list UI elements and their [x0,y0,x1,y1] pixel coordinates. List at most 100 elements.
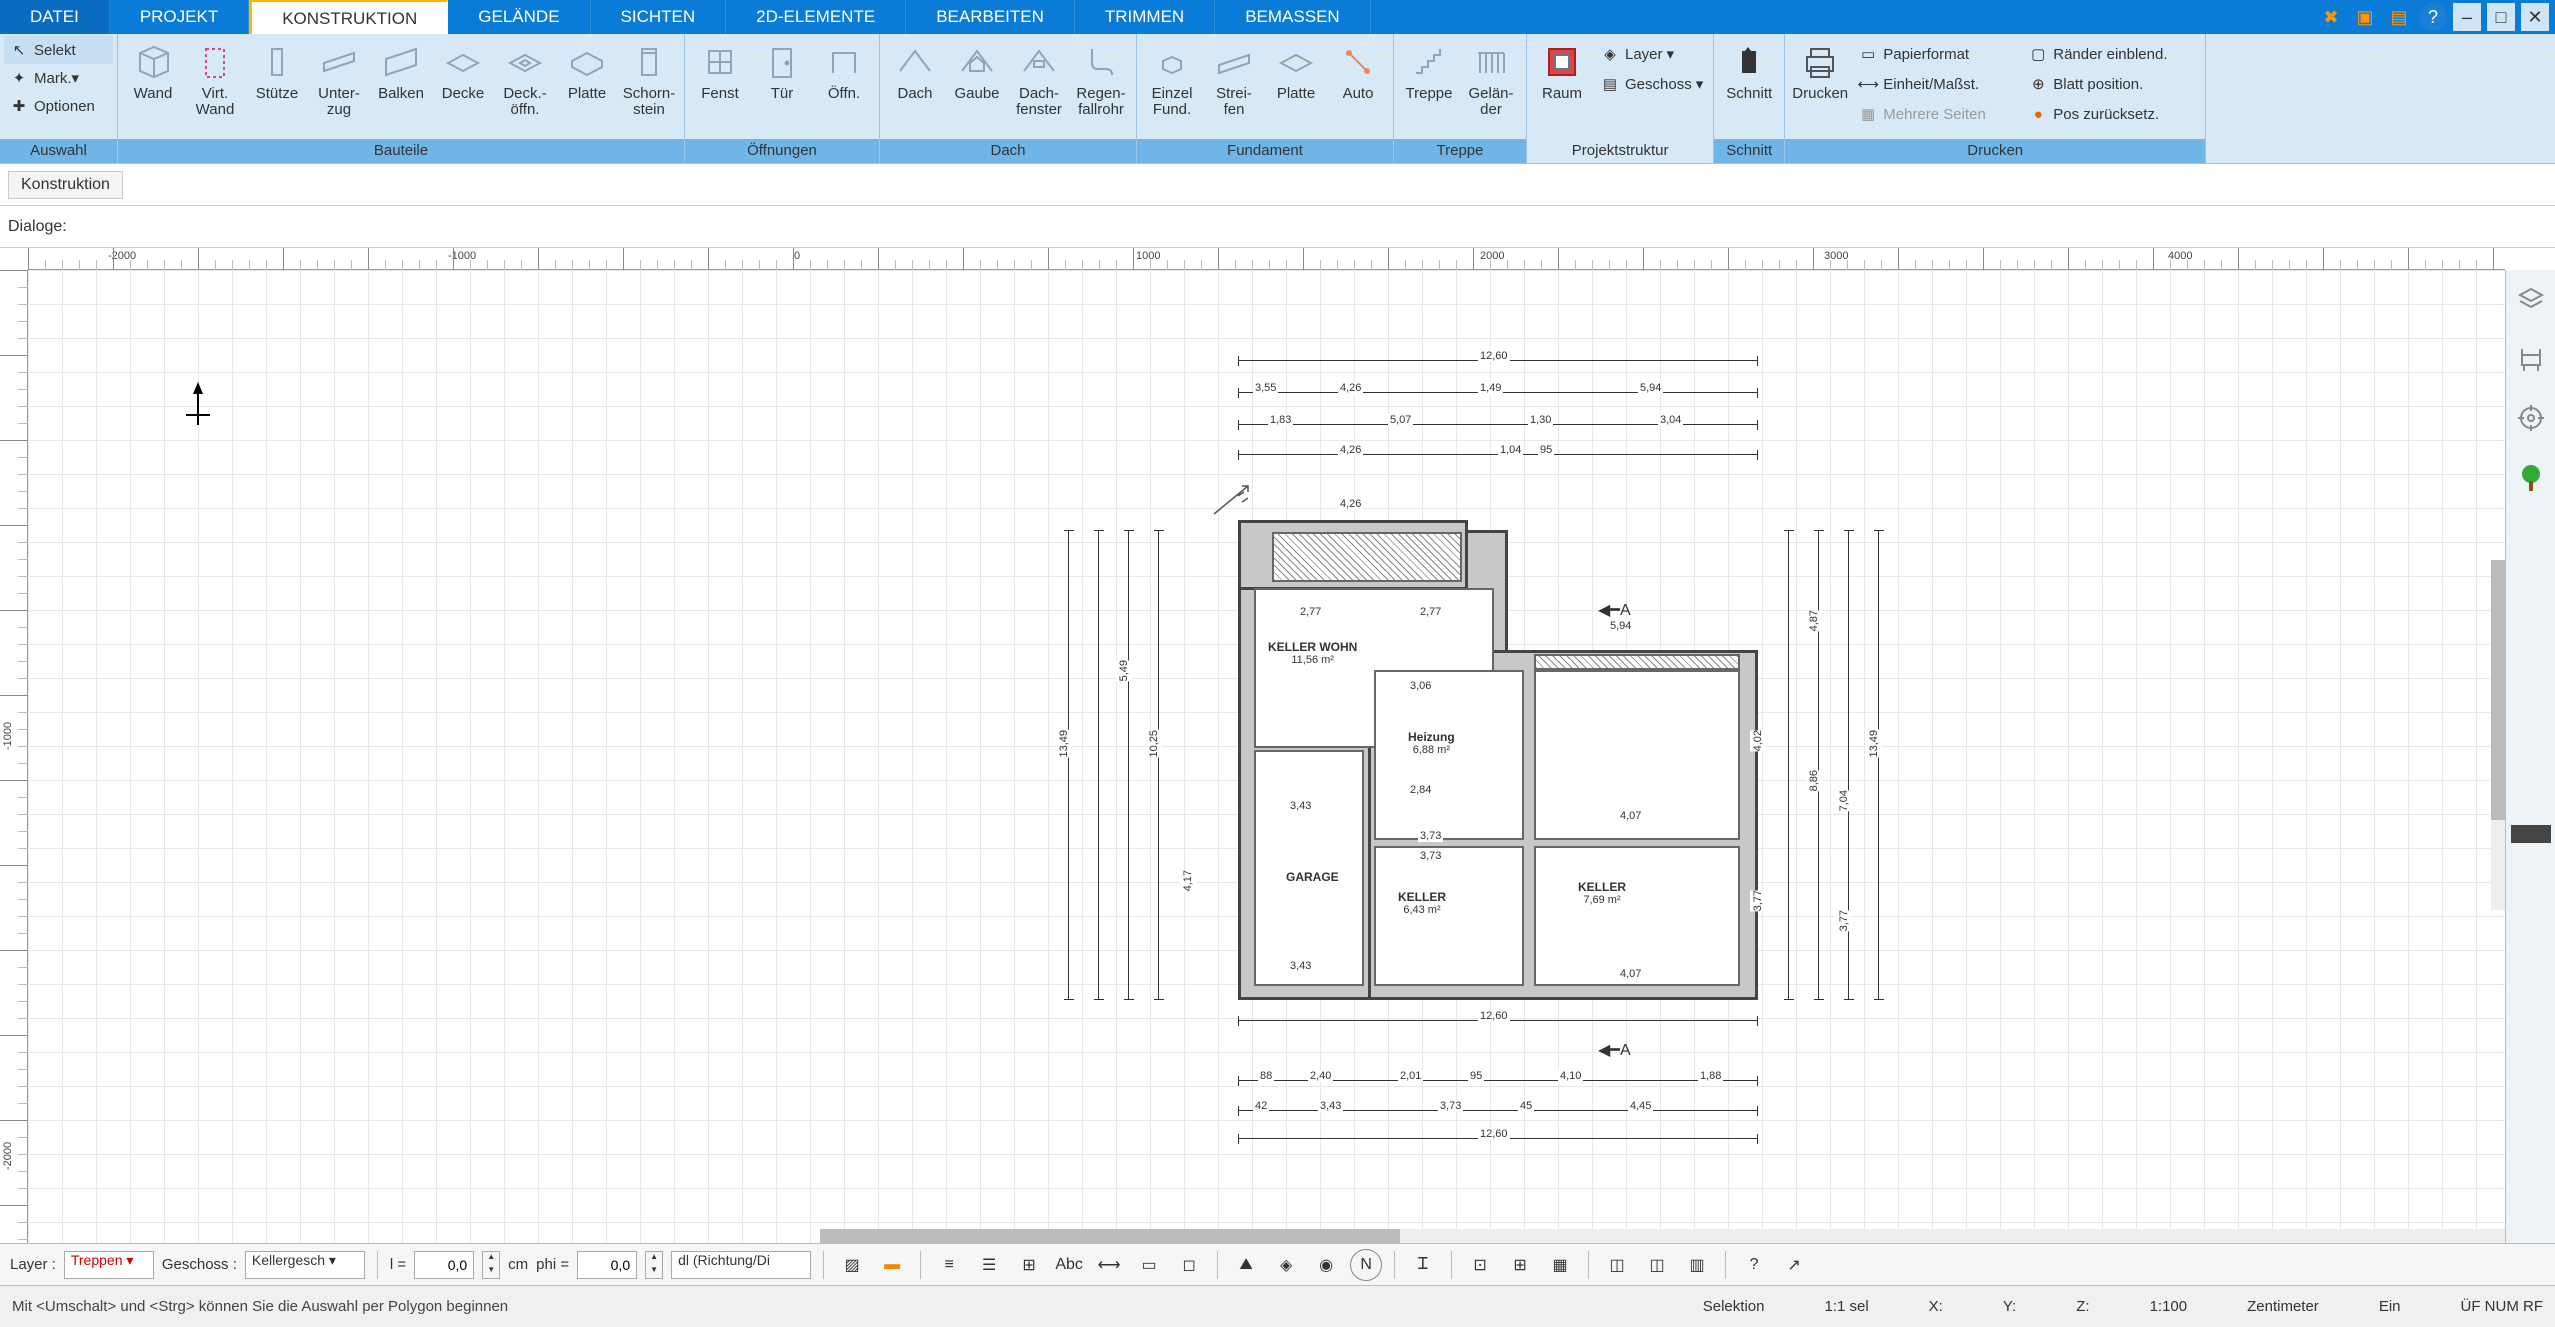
minimize-icon[interactable]: – [2453,3,2481,31]
window-icon-1[interactable]: ▣ [2351,3,2379,31]
tab-trimmen[interactable]: TRIMMEN [1075,0,1215,34]
drucken-button[interactable]: Drucken [1789,36,1851,102]
group-auswahl: Auswahl [0,139,117,163]
geschoss-dropdown[interactable]: ▤Geschoss ▾ [1599,70,1703,98]
wand-button[interactable]: Wand [122,36,184,102]
bottom-toolbar: Layer : Treppen ▾ Geschoss : Kellergesch… [0,1243,2555,1285]
vertical-scrollbar[interactable] [2491,560,2505,910]
tb-cursor-icon[interactable]: Ꮖ [1407,1249,1439,1281]
fenster-button[interactable]: Fenst [689,36,751,102]
l-input[interactable] [414,1251,474,1279]
gelaender-button[interactable]: Gelän- der [1460,36,1522,118]
phi-input[interactable] [577,1251,637,1279]
tb-north-icon[interactable]: N [1350,1249,1382,1281]
tab-datei[interactable]: DATEI [0,0,110,34]
context-konstruktion[interactable]: Konstruktion [8,171,123,199]
tool-icon[interactable]: ✖ [2317,3,2345,31]
dachfenster-icon [1019,42,1059,82]
schnitt-button[interactable]: Schnitt [1718,36,1780,102]
mark-dropdown[interactable]: ✦Mark. ▾ [4,64,113,92]
gaube-button[interactable]: Gaube [946,36,1008,102]
tb-align-grid-icon[interactable]: ⊞ [1013,1249,1045,1281]
balken-button[interactable]: Balken [370,36,432,102]
tb-group1-icon[interactable]: ◫ [1601,1249,1633,1281]
einheit-button[interactable]: ⟷Einheit/Maßst. [1857,70,2015,98]
tb-hatch-icon[interactable]: ▨ [836,1249,868,1281]
unterzug-button[interactable]: Unter- zug [308,36,370,118]
group-oeffnungen: Öffnungen [685,139,879,163]
tab-projekt[interactable]: PROJEKT [110,0,249,34]
tb-dim-icon[interactable]: ⟷ [1093,1249,1125,1281]
dialoge-bar: Dialoge: [0,206,2555,248]
tab-2d-elemente[interactable]: 2D-ELEMENTE [726,0,906,34]
horizontal-scrollbar[interactable] [820,1229,2505,1243]
status-z: Z: [2076,1298,2089,1315]
panel-drag-handle[interactable] [2511,825,2551,843]
optionen-button[interactable]: ✚Optionen [4,92,113,120]
blattpos-button[interactable]: ⊕Blatt position. [2027,70,2195,98]
tb-group2-icon[interactable]: ◫ [1641,1249,1673,1281]
horizontal-ruler: -2000 -1000 0 1000 2000 3000 4000 [28,248,2505,270]
deck-oeffn-button[interactable]: Deck.- öffn. [494,36,556,118]
platte-button[interactable]: Platte [556,36,618,102]
einzelfund-button[interactable]: Einzel Fund. [1141,36,1203,118]
geschoss-combo[interactable]: Kellergesch ▾ [245,1251,365,1279]
tb-snap2-icon[interactable]: ⊞ [1504,1249,1536,1281]
schornstein-button[interactable]: Schorn- stein [618,36,680,118]
fund-auto-button[interactable]: Auto [1327,36,1389,102]
maximize-icon[interactable]: □ [2487,3,2515,31]
window-icon-2[interactable]: ▤ [2385,3,2413,31]
decke-button[interactable]: Decke [432,36,494,102]
tb-roof-icon[interactable]: ⛰ [1230,1249,1262,1281]
tb-rect-icon[interactable]: ▭ [1133,1249,1165,1281]
stuetze-button[interactable]: Stütze [246,36,308,102]
tab-konstruktion[interactable]: KONSTRUKTION [249,0,448,34]
layer-combo[interactable]: Treppen ▾ [64,1251,154,1279]
raum-icon [1542,42,1582,82]
tb-exit-icon[interactable]: ↗ [1778,1249,1810,1281]
tree-panel-icon[interactable] [2513,460,2549,496]
snap-panel-icon[interactable] [2513,400,2549,436]
help-icon[interactable]: ? [2419,3,2447,31]
close-icon[interactable]: ✕ [2521,3,2549,31]
tb-text-icon[interactable]: Abc [1053,1249,1085,1281]
phi-spinner[interactable]: ▲▼ [645,1251,663,1279]
tb-layer-icon[interactable]: ◈ [1270,1249,1302,1281]
tb-snap1-icon[interactable]: ⊡ [1464,1249,1496,1281]
dach-button[interactable]: Dach [884,36,946,102]
furniture-panel-icon[interactable] [2513,340,2549,376]
coord-combo[interactable]: dl (Richtung/Di [671,1251,811,1279]
tab-bearbeiten[interactable]: BEARBEITEN [906,0,1075,34]
oeffnung-button[interactable]: Öffn. [813,36,875,102]
streifenfund-button[interactable]: Strei- fen [1203,36,1265,118]
layers-panel-icon[interactable] [2513,280,2549,316]
fund-platte-button[interactable]: Platte [1265,36,1327,102]
posrueck-button[interactable]: ●Pos zurücksetz. [2027,100,2195,128]
tab-sichten[interactable]: SICHTEN [591,0,727,34]
tb-crop-icon[interactable]: ◻ [1173,1249,1205,1281]
tb-question-icon[interactable]: ? [1738,1249,1770,1281]
tb-fill-icon[interactable]: ▬ [876,1249,908,1281]
regenfallrohr-button[interactable]: Regen- fallrohr [1070,36,1132,118]
tb-group3-icon[interactable]: ▥ [1681,1249,1713,1281]
drawing-canvas[interactable]: 12,60 3,55 4,26 1,49 5,94 1,83 5,07 1,30… [28,270,2505,1243]
raender-button[interactable]: ▢Ränder einblend. [2027,40,2195,68]
oeffnung-icon [824,42,864,82]
raum-button[interactable]: Raum [1531,36,1593,102]
tab-gelaende[interactable]: GELÄNDE [448,0,590,34]
layer-dropdown[interactable]: ◈Layer ▾ [1599,40,1703,68]
l-spinner[interactable]: ▲▼ [482,1251,500,1279]
papierformat-button[interactable]: ▭Papierformat [1857,40,2015,68]
tb-snap3-icon[interactable]: ▦ [1544,1249,1576,1281]
dachfenster-button[interactable]: Dach- fenster [1008,36,1070,118]
regenfallrohr-icon [1081,42,1121,82]
tab-bemassen[interactable]: BEMASSEN [1215,0,1370,34]
treppe-button[interactable]: Treppe [1398,36,1460,102]
virt-wand-button[interactable]: Virt. Wand [184,36,246,118]
tb-overlay-icon[interactable]: ◉ [1310,1249,1342,1281]
tb-align-center-icon[interactable]: ☰ [973,1249,1005,1281]
mehrere-seiten-button[interactable]: ▦Mehrere Seiten [1857,100,2015,128]
tuer-button[interactable]: Tür [751,36,813,102]
selekt-button[interactable]: ↖Selekt [4,36,113,64]
tb-align-left-icon[interactable]: ≡ [933,1249,965,1281]
